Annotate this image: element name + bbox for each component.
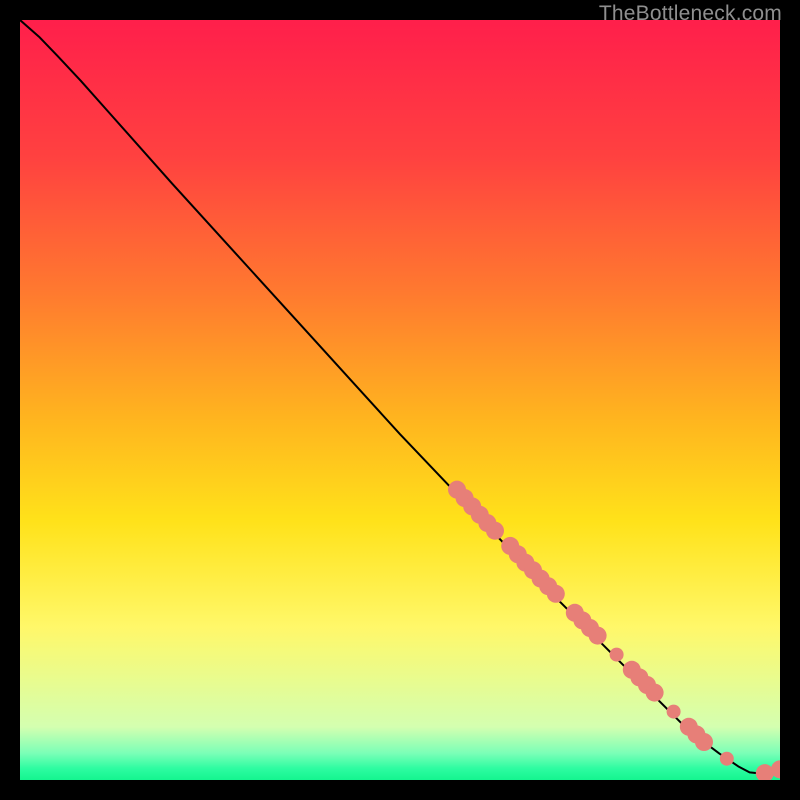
chart-plot-area — [20, 20, 780, 780]
attribution-label: TheBottleneck.com — [599, 2, 782, 26]
chart-svg — [20, 20, 780, 780]
chart-marker — [610, 648, 624, 662]
chart-stage: TheBottleneck.com — [0, 0, 800, 800]
chart-marker — [547, 585, 565, 603]
chart-marker — [486, 522, 504, 540]
chart-marker — [720, 752, 734, 766]
chart-background — [20, 20, 780, 780]
chart-marker — [589, 627, 607, 645]
chart-marker — [695, 733, 713, 751]
chart-marker — [646, 684, 664, 702]
chart-marker — [667, 705, 681, 719]
